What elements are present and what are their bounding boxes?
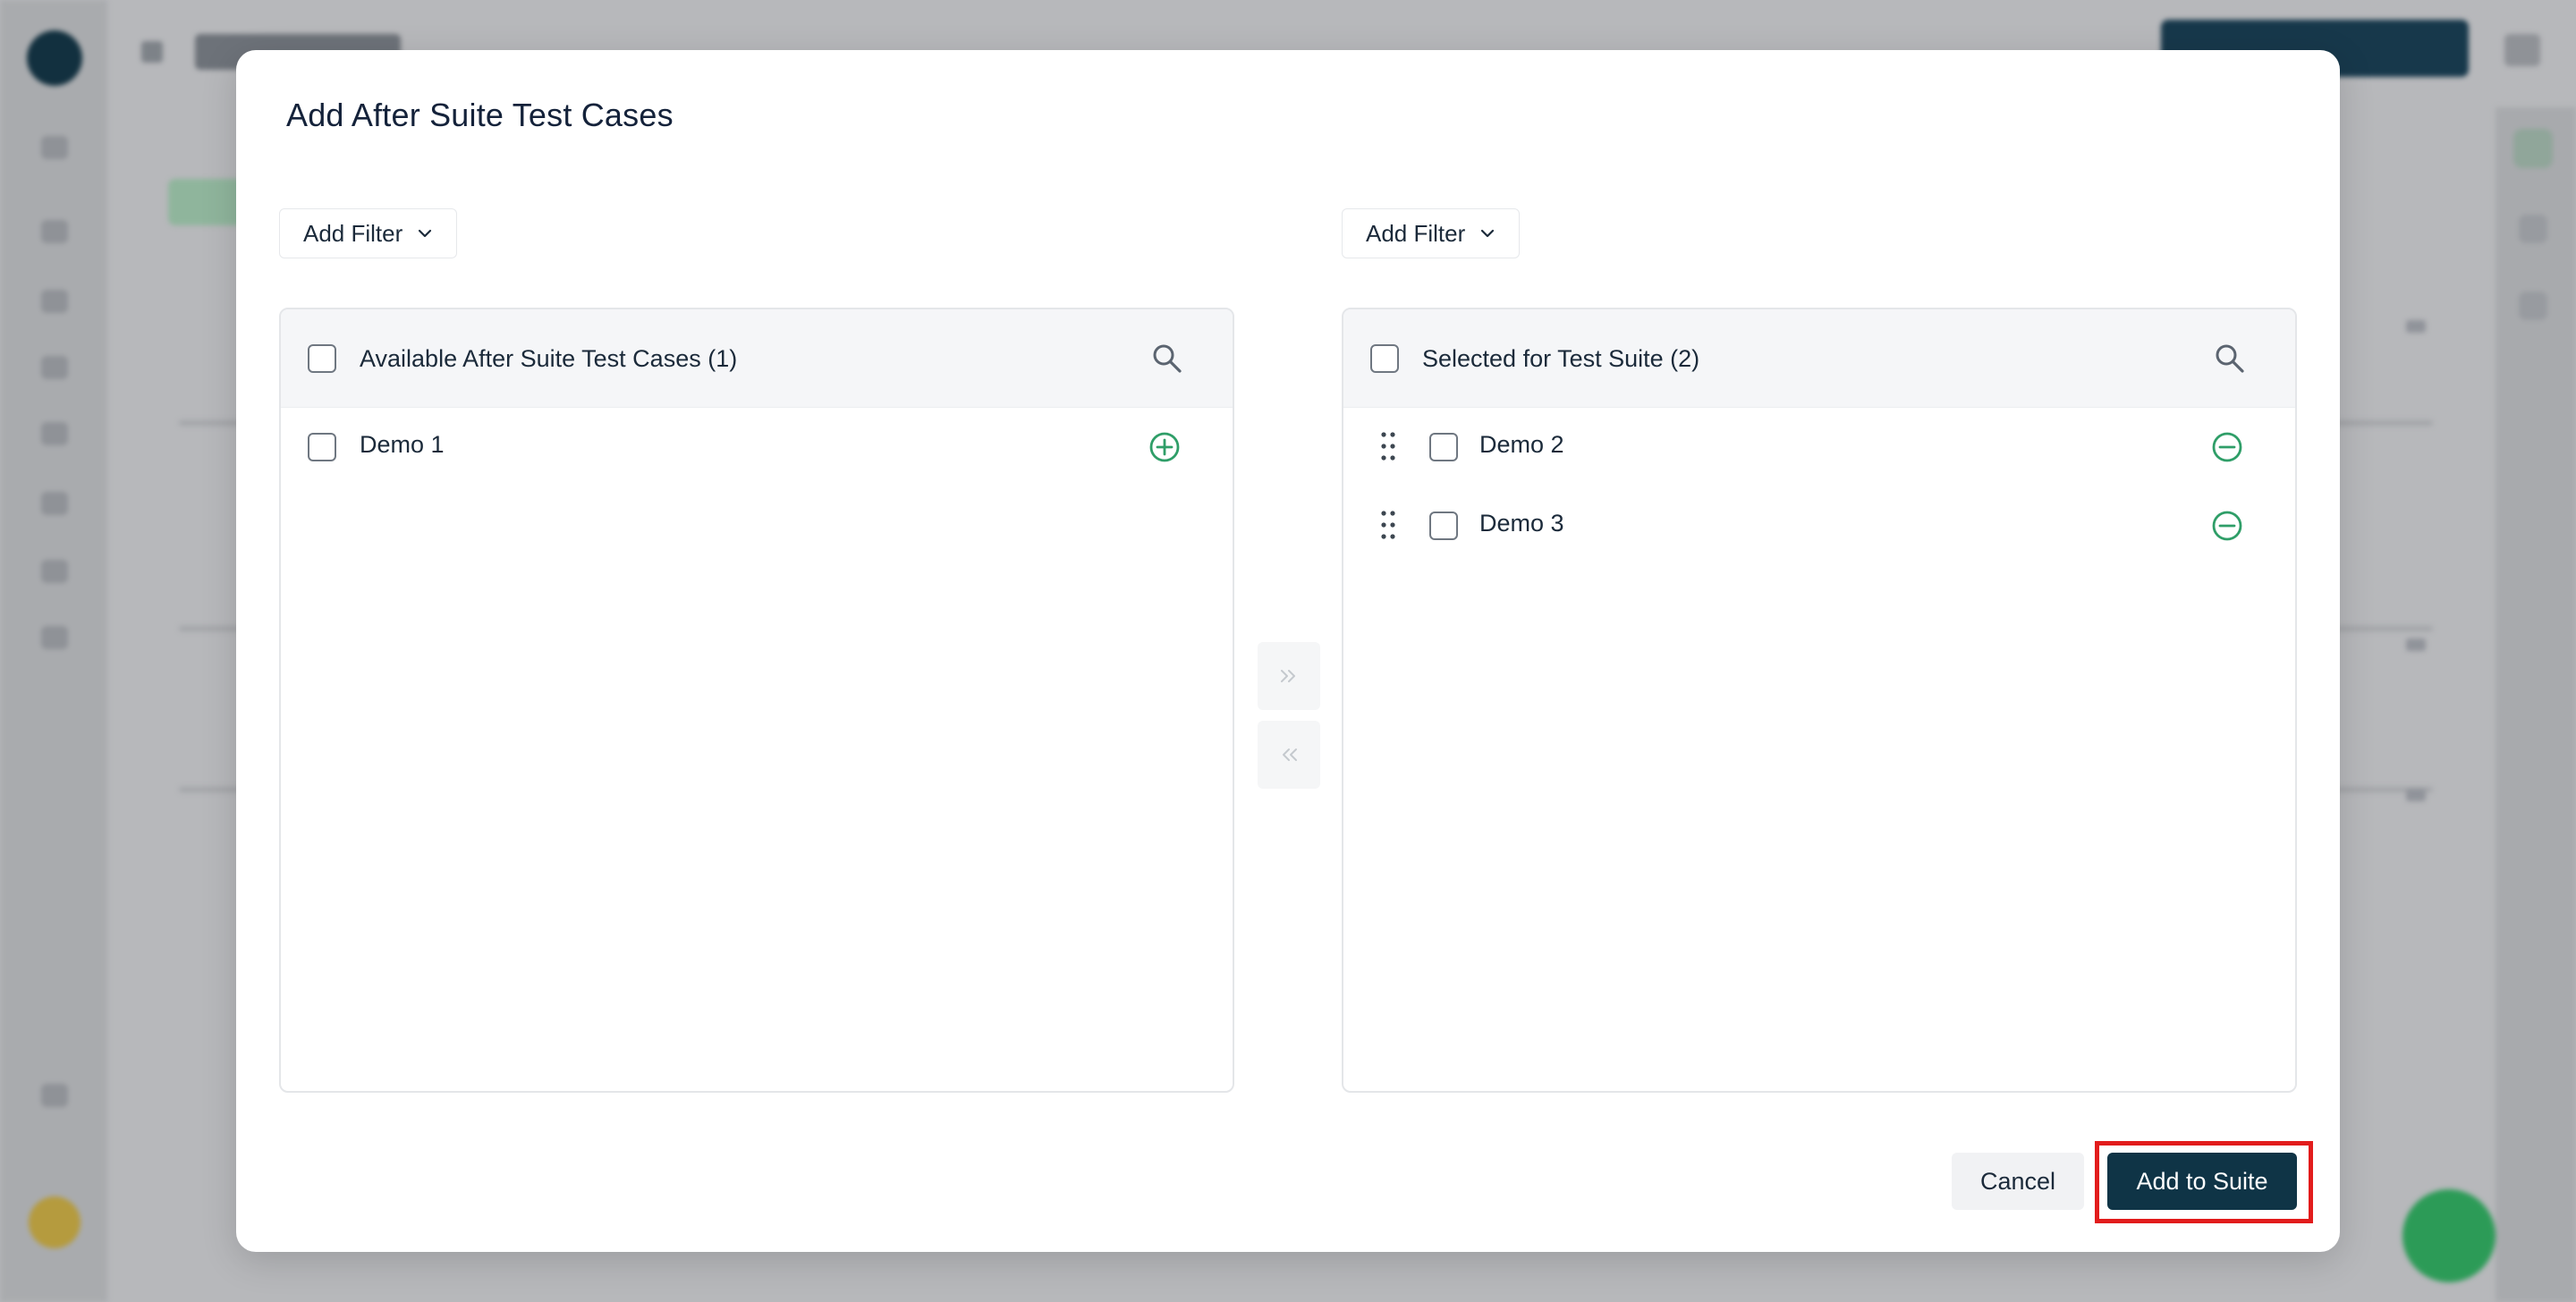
rail-info-icon bbox=[2519, 215, 2547, 243]
folder-icon bbox=[41, 356, 68, 379]
suite-icon bbox=[41, 422, 68, 445]
background-menu-icon bbox=[2504, 34, 2540, 66]
cancel-button[interactable]: Cancel bbox=[1952, 1153, 2084, 1210]
list-item-label: Demo 2 bbox=[1479, 431, 1564, 458]
add-after-suite-modal: Add After Suite Test Cases Add Filter Ad… bbox=[236, 50, 2340, 1252]
modal-title: Add After Suite Test Cases bbox=[286, 97, 674, 133]
list-item-label: Demo 3 bbox=[1479, 510, 1564, 537]
background-chevron-icon bbox=[2406, 320, 2426, 333]
move-left-button[interactable] bbox=[1258, 721, 1320, 789]
home-icon bbox=[41, 220, 68, 243]
background-chevron-icon bbox=[2406, 638, 2426, 651]
panel-header: Available After Suite Test Cases (1) bbox=[281, 309, 1233, 408]
panel-title: Selected for Test Suite (2) bbox=[1422, 345, 1700, 372]
plus-circle-icon[interactable] bbox=[1148, 431, 1181, 463]
search-icon[interactable] bbox=[1150, 342, 1184, 376]
user-avatar bbox=[29, 1196, 80, 1248]
chart-icon bbox=[41, 290, 68, 313]
drag-handle-icon[interactable] bbox=[1379, 508, 1397, 542]
background-right-rail bbox=[2496, 107, 2576, 1302]
chevrons-right-icon bbox=[1281, 670, 1295, 682]
panel-header: Selected for Test Suite (2) bbox=[1343, 309, 2295, 408]
background-chevron-icon bbox=[2406, 789, 2426, 801]
available-test-cases-panel: Available After Suite Test Cases (1) Dem… bbox=[279, 308, 1234, 1093]
chat-fab bbox=[2402, 1189, 2496, 1282]
item-checkbox[interactable] bbox=[1429, 512, 1458, 540]
item-checkbox[interactable] bbox=[308, 433, 336, 461]
chevrons-left-icon bbox=[1283, 748, 1297, 761]
item-checkbox[interactable] bbox=[1429, 433, 1458, 461]
list-item-label: Demo 1 bbox=[360, 431, 445, 458]
rail-active-icon bbox=[2513, 129, 2553, 168]
drag-handle-icon[interactable] bbox=[1379, 429, 1397, 463]
panel-title: Available After Suite Test Cases (1) bbox=[360, 345, 738, 372]
list-item[interactable]: Demo 2 bbox=[1343, 411, 2295, 483]
move-right-button[interactable] bbox=[1258, 642, 1320, 710]
add-to-suite-button[interactable]: Add to Suite bbox=[2107, 1153, 2297, 1210]
help-icon bbox=[41, 1084, 68, 1107]
add-filter-button-right[interactable]: Add Filter bbox=[1342, 208, 1521, 258]
select-all-selected-checkbox[interactable] bbox=[1370, 344, 1399, 373]
selected-test-cases-panel: Selected for Test Suite (2) Demo 2 Demo … bbox=[1342, 308, 2297, 1093]
list-item[interactable]: Demo 1 bbox=[281, 411, 1233, 483]
chevron-down-icon bbox=[419, 229, 432, 238]
search-icon[interactable] bbox=[2213, 342, 2247, 376]
report-icon bbox=[41, 560, 68, 583]
add-filter-button-left[interactable]: Add Filter bbox=[279, 208, 458, 258]
list-item[interactable]: Demo 3 bbox=[1343, 490, 2295, 562]
select-all-available-checkbox[interactable] bbox=[308, 344, 336, 373]
back-arrow-icon bbox=[141, 41, 163, 63]
add-filter-label: Add Filter bbox=[303, 219, 403, 247]
chevron-down-icon bbox=[1481, 229, 1495, 238]
minus-circle-icon[interactable] bbox=[2211, 510, 2243, 542]
history-icon bbox=[41, 492, 68, 515]
app-logo bbox=[27, 30, 82, 86]
add-filter-label: Add Filter bbox=[1366, 219, 1466, 247]
settings-icon bbox=[41, 626, 68, 649]
minus-circle-icon[interactable] bbox=[2211, 431, 2243, 463]
rail-doc-icon bbox=[2519, 292, 2547, 320]
menu-icon bbox=[41, 136, 68, 159]
